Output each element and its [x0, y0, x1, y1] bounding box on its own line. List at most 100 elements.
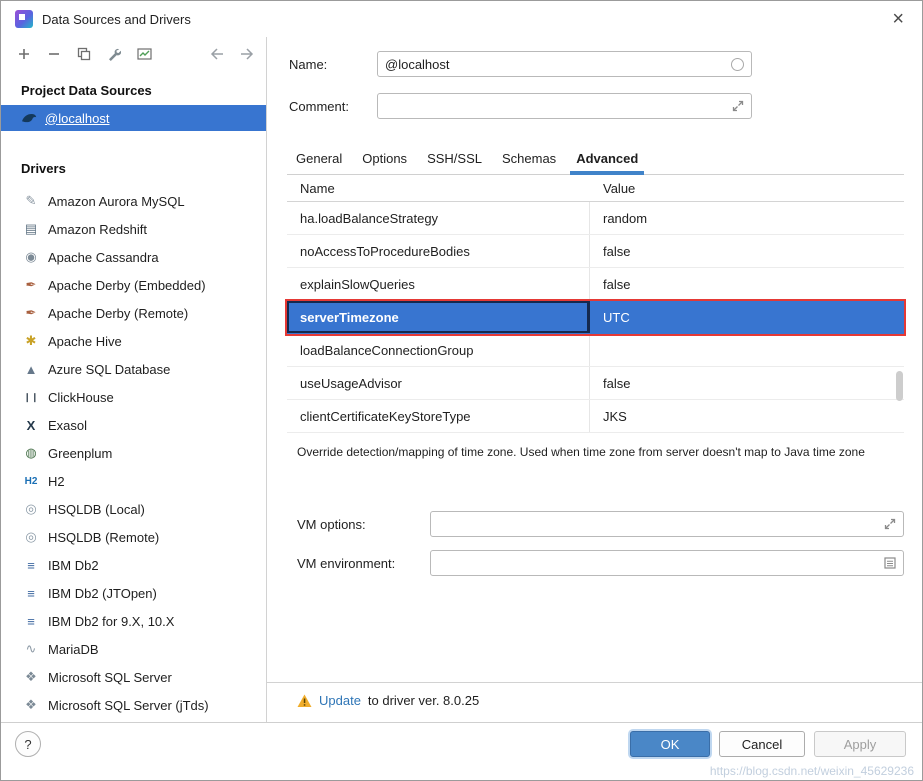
driver-item[interactable]: ◎ HSQLDB (Remote) [1, 523, 266, 551]
driver-item[interactable]: ◉ Apache Cassandra [1, 243, 266, 271]
column-header-value[interactable]: Value [590, 181, 635, 196]
driver-item[interactable]: ❙❙ ClickHouse [1, 383, 266, 411]
option-value-cell[interactable]: JKS [590, 400, 904, 432]
driver-item-label: IBM Db2 [48, 558, 99, 573]
column-header-name[interactable]: Name [287, 181, 590, 196]
spacer [287, 589, 904, 682]
option-value-cell[interactable] [590, 334, 904, 366]
table-row[interactable]: clientCertificateKeyStoreType JKS [287, 400, 904, 433]
ibm-db2-icon: ≡ [21, 614, 41, 629]
tab[interactable]: General [287, 145, 351, 174]
driver-item[interactable]: H2 H2 [1, 467, 266, 495]
tab-label: Options [362, 151, 407, 166]
variables-list-icon[interactable] [884, 557, 896, 569]
expand-icon[interactable] [732, 100, 744, 112]
datagrip-app-icon [15, 10, 33, 28]
driver-item[interactable]: ❖ Microsoft SQL Server [1, 663, 266, 691]
option-name-cell[interactable]: noAccessToProcedureBodies [287, 235, 590, 267]
option-value-cell[interactable]: UTC [590, 301, 904, 333]
driver-properties-wrench-icon[interactable] [105, 45, 123, 63]
forward-arrow-icon[interactable] [238, 45, 256, 63]
ibm-db2-icon: ≡ [21, 586, 41, 601]
table-row[interactable]: serverTimezone UTC [287, 301, 904, 334]
help-button[interactable]: ? [15, 731, 41, 757]
option-name-cell[interactable]: ha.loadBalanceStrategy [287, 202, 590, 234]
option-value-cell[interactable]: false [590, 268, 904, 300]
project-data-sources-header: Project Data Sources [21, 83, 266, 98]
remove-icon[interactable] [45, 45, 63, 63]
option-name-cell[interactable]: explainSlowQueries [287, 268, 590, 300]
option-name-cell[interactable]: loadBalanceConnectionGroup [287, 334, 590, 366]
driver-item[interactable]: X Exasol [1, 411, 266, 439]
driver-item[interactable]: ≡ IBM Db2 [1, 551, 266, 579]
close-icon[interactable]: × [888, 7, 908, 31]
hsqldb-icon: ◎ [21, 529, 41, 545]
driver-item-label: Apache Derby (Embedded) [48, 278, 206, 293]
driver-item-label: MariaDB [48, 642, 99, 657]
ok-button[interactable]: OK [630, 731, 710, 757]
driver-update-notice: Update to driver ver. 8.0.25 [267, 682, 922, 722]
driver-item[interactable]: ◍ Greenplum [1, 439, 266, 467]
tab-label: General [296, 151, 342, 166]
expand-icon[interactable] [884, 518, 896, 530]
option-name-cell[interactable]: useUsageAdvisor [287, 367, 590, 399]
back-arrow-icon[interactable] [208, 45, 226, 63]
comment-input[interactable] [385, 99, 726, 114]
option-name-cell[interactable]: clientCertificateKeyStoreType [287, 400, 590, 432]
driver-item[interactable]: ✎ Amazon Aurora MySQL [1, 187, 266, 215]
driver-list: ✎ Amazon Aurora MySQL ▤ Amazon Redshift … [1, 187, 266, 722]
vertical-scrollbar-thumb[interactable] [896, 371, 903, 401]
cassandra-icon: ◉ [21, 249, 41, 265]
driver-item[interactable]: ▲ Azure SQL Database [1, 355, 266, 383]
mysql-dolphin-icon [21, 110, 37, 126]
comment-label: Comment: [289, 99, 377, 114]
name-input[interactable] [385, 57, 725, 72]
option-value-cell[interactable]: false [590, 367, 904, 399]
comment-field-wrap [377, 93, 752, 119]
tab[interactable]: SSH/SSL [418, 145, 491, 174]
derby-icon: ✒ [21, 305, 41, 321]
option-value-cell[interactable]: false [590, 235, 904, 267]
driver-item[interactable]: ∿ MariaDB [1, 635, 266, 663]
option-name-cell[interactable]: serverTimezone [287, 301, 590, 333]
table-row[interactable]: useUsageAdvisor false [287, 367, 904, 400]
add-icon[interactable] [15, 45, 33, 63]
driver-item[interactable]: ◎ HSQLDB (Local) [1, 495, 266, 523]
sidebar-toolbar [1, 37, 266, 71]
greenplum-icon: ◍ [21, 445, 41, 461]
table-row[interactable]: noAccessToProcedureBodies false [287, 235, 904, 268]
mssql-icon: ❖ [21, 669, 41, 685]
driver-item-label: Microsoft SQL Server (jTds) [48, 698, 209, 713]
tab[interactable]: Advanced [567, 145, 647, 174]
driver-item[interactable]: ▤ Amazon Redshift [1, 215, 266, 243]
vm-options-input[interactable] [438, 517, 878, 532]
driver-item-label: Microsoft SQL Server [48, 670, 172, 685]
table-row[interactable]: loadBalanceConnectionGroup [287, 334, 904, 367]
update-driver-link[interactable]: Update [319, 693, 361, 708]
duplicate-icon[interactable] [75, 45, 93, 63]
name-field-wrap [377, 51, 752, 77]
table-row[interactable]: explainSlowQueries false [287, 268, 904, 301]
driver-item-label: H2 [48, 474, 65, 489]
driver-item[interactable]: ✒ Apache Derby (Remote) [1, 299, 266, 327]
table-row[interactable]: ha.loadBalanceStrategy random [287, 202, 904, 235]
driver-item[interactable]: ≡ IBM Db2 for 9.X, 10.X [1, 607, 266, 635]
dialog-footer: ? OK Cancel Apply https://blog.csdn.net/… [1, 722, 922, 780]
cancel-button[interactable]: Cancel [719, 731, 805, 757]
driver-item[interactable]: ✒ Apache Derby (Embedded) [1, 271, 266, 299]
sidebar-item-localhost[interactable]: @localhost [1, 105, 266, 131]
vm-environment-input[interactable] [438, 556, 878, 571]
tab[interactable]: Options [353, 145, 416, 174]
apply-button[interactable]: Apply [814, 731, 906, 757]
advanced-options-table: Name Value ha.loadBalanceStrategy random… [287, 175, 904, 433]
drivers-header: Drivers [21, 161, 266, 176]
vm-options-row: VM options: [297, 511, 904, 537]
driver-item[interactable]: ✱ Apache Hive [1, 327, 266, 355]
diagnostics-chart-icon[interactable] [135, 45, 153, 63]
option-value-cell[interactable]: random [590, 202, 904, 234]
driver-item[interactable]: ≡ IBM Db2 (JTOpen) [1, 579, 266, 607]
driver-item[interactable]: ❖ Microsoft SQL Server (jTds) [1, 691, 266, 719]
watermark-text: https://blog.csdn.net/weixin_45629236 [710, 764, 914, 778]
tab[interactable]: Schemas [493, 145, 565, 174]
settings-tabs: General Options SSH/SSL Schemas [287, 145, 904, 175]
